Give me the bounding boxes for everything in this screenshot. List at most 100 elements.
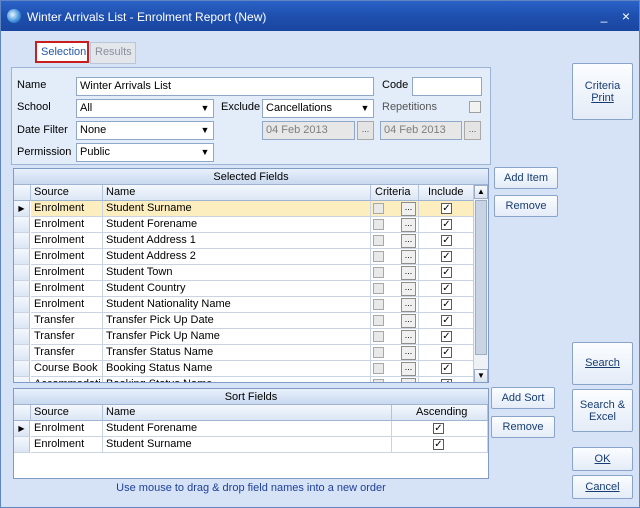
- table-row[interactable]: ▶ Enrolment Student Surname... ✓: [14, 201, 475, 217]
- cell-source[interactable]: Course Book: [31, 361, 103, 377]
- row-selector[interactable]: [14, 437, 30, 453]
- cell-include[interactable]: ✓: [419, 345, 475, 361]
- cell-ascending[interactable]: ✓: [392, 421, 488, 437]
- criteria-ellipsis-button[interactable]: ...: [401, 330, 416, 344]
- row-selector[interactable]: [14, 313, 30, 329]
- chevron-down-icon[interactable]: ▼: [197, 144, 213, 161]
- include-checkbox[interactable]: ✓: [441, 251, 452, 262]
- cell-name[interactable]: Booking Status Name: [103, 361, 371, 377]
- cell-include[interactable]: ✓: [419, 313, 475, 329]
- cell-criteria[interactable]: ...: [371, 345, 419, 361]
- cell-source[interactable]: Transfer: [31, 313, 103, 329]
- col-header-source[interactable]: Source: [31, 405, 103, 421]
- cell-source[interactable]: Transfer: [31, 329, 103, 345]
- criteria-ellipsis-button[interactable]: ...: [401, 234, 416, 248]
- include-checkbox[interactable]: ✓: [441, 299, 452, 310]
- include-checkbox[interactable]: ✓: [441, 315, 452, 326]
- table-row[interactable]: Enrolment Student Surname ✓: [14, 437, 488, 453]
- add-item-button[interactable]: Add Item: [494, 167, 558, 189]
- cell-name[interactable]: Student Nationality Name: [103, 297, 371, 313]
- table-row[interactable]: Transfer Transfer Pick Up Name... ✓: [14, 329, 475, 345]
- tab-selection[interactable]: Selection: [35, 41, 89, 63]
- cell-name[interactable]: Student Forename: [103, 217, 371, 233]
- cell-source[interactable]: Enrolment: [31, 437, 103, 453]
- col-header-include[interactable]: Include: [419, 185, 475, 201]
- exclude-select[interactable]: Cancellations ▼: [262, 99, 374, 118]
- cell-name[interactable]: Transfer Status Name: [103, 345, 371, 361]
- include-checkbox[interactable]: ✓: [441, 219, 452, 230]
- cell-criteria[interactable]: ...: [371, 377, 419, 382]
- close-button[interactable]: ×: [619, 9, 633, 23]
- cell-include[interactable]: ✓: [419, 329, 475, 345]
- cell-include[interactable]: ✓: [419, 361, 475, 377]
- criteria-ellipsis-button[interactable]: ...: [401, 362, 416, 376]
- table-row[interactable]: Enrolment Student Nationality Name... ✓: [14, 297, 475, 313]
- chevron-down-icon[interactable]: ▼: [197, 100, 213, 117]
- cell-source[interactable]: Enrolment: [31, 217, 103, 233]
- row-selector[interactable]: [14, 377, 30, 382]
- criteria-checkbox[interactable]: [373, 347, 384, 358]
- ascending-checkbox[interactable]: ✓: [433, 423, 444, 434]
- table-row[interactable]: Transfer Transfer Pick Up Date... ✓: [14, 313, 475, 329]
- cell-name[interactable]: Booking Status Name: [103, 377, 371, 382]
- cell-include[interactable]: ✓: [419, 249, 475, 265]
- repetitions-checkbox[interactable]: [469, 101, 481, 113]
- criteria-ellipsis-button[interactable]: ...: [401, 346, 416, 360]
- include-checkbox[interactable]: ✓: [441, 347, 452, 358]
- table-row[interactable]: ▶ Enrolment Student Forename ✓: [14, 421, 488, 437]
- cell-name[interactable]: Student Address 2: [103, 249, 371, 265]
- criteria-ellipsis-button[interactable]: ...: [401, 314, 416, 328]
- row-selector[interactable]: [14, 345, 30, 361]
- ascending-checkbox[interactable]: ✓: [433, 439, 444, 450]
- criteria-checkbox[interactable]: [373, 251, 384, 262]
- criteria-ellipsis-button[interactable]: ...: [401, 250, 416, 264]
- table-row[interactable]: AccommodatiBooking Status Name... ✓: [14, 377, 475, 382]
- cell-source[interactable]: Enrolment: [31, 297, 103, 313]
- add-sort-button[interactable]: Add Sort: [491, 387, 555, 409]
- criteria-ellipsis-button[interactable]: ...: [401, 218, 416, 232]
- cell-include[interactable]: ✓: [419, 217, 475, 233]
- search-button[interactable]: Search: [572, 342, 633, 385]
- row-selector[interactable]: [14, 329, 30, 345]
- chevron-down-icon[interactable]: ▼: [357, 100, 373, 117]
- col-header-name[interactable]: Name: [103, 185, 371, 201]
- cell-source[interactable]: Enrolment: [31, 249, 103, 265]
- table-row[interactable]: Enrolment Student Country... ✓: [14, 281, 475, 297]
- cell-name[interactable]: Student Surname: [103, 201, 371, 217]
- criteria-print-button[interactable]: Criteria Print: [572, 63, 633, 120]
- ok-button[interactable]: OK: [572, 447, 633, 471]
- cell-criteria[interactable]: ...: [371, 297, 419, 313]
- name-input[interactable]: Winter Arrivals List: [76, 77, 374, 96]
- cell-include[interactable]: ✓: [419, 377, 475, 382]
- date-from-picker-button[interactable]: ...: [357, 121, 374, 140]
- cell-include[interactable]: ✓: [419, 281, 475, 297]
- criteria-checkbox[interactable]: [373, 267, 384, 278]
- cell-name[interactable]: Student Town: [103, 265, 371, 281]
- selected-fields-scrollbar[interactable]: ▲ ▼: [473, 185, 488, 382]
- cell-criteria[interactable]: ...: [371, 281, 419, 297]
- row-selector[interactable]: [14, 281, 30, 297]
- criteria-checkbox[interactable]: [373, 235, 384, 246]
- table-row[interactable]: Transfer Transfer Status Name... ✓: [14, 345, 475, 361]
- criteria-checkbox[interactable]: [373, 363, 384, 374]
- remove-item-button[interactable]: Remove: [494, 195, 558, 217]
- cell-name[interactable]: Student Address 1: [103, 233, 371, 249]
- table-row[interactable]: Enrolment Student Town... ✓: [14, 265, 475, 281]
- criteria-checkbox[interactable]: [373, 315, 384, 326]
- cell-name[interactable]: Transfer Pick Up Name: [103, 329, 371, 345]
- row-selector[interactable]: [14, 361, 30, 377]
- include-checkbox[interactable]: ✓: [441, 379, 452, 382]
- minimize-button[interactable]: _: [597, 9, 611, 23]
- criteria-ellipsis-button[interactable]: ...: [401, 298, 416, 312]
- row-selector[interactable]: [14, 297, 30, 313]
- cell-name[interactable]: Student Forename: [103, 421, 392, 437]
- cell-criteria[interactable]: ...: [371, 329, 419, 345]
- cell-source[interactable]: Transfer: [31, 345, 103, 361]
- criteria-ellipsis-button[interactable]: ...: [401, 202, 416, 216]
- col-header-name[interactable]: Name: [103, 405, 392, 421]
- cell-name[interactable]: Student Surname: [103, 437, 392, 453]
- cell-source[interactable]: Enrolment: [31, 233, 103, 249]
- include-checkbox[interactable]: ✓: [441, 283, 452, 294]
- selected-fields-grid[interactable]: Selected Fields Source Name Criteria Inc…: [13, 168, 489, 383]
- cell-name[interactable]: Transfer Pick Up Date: [103, 313, 371, 329]
